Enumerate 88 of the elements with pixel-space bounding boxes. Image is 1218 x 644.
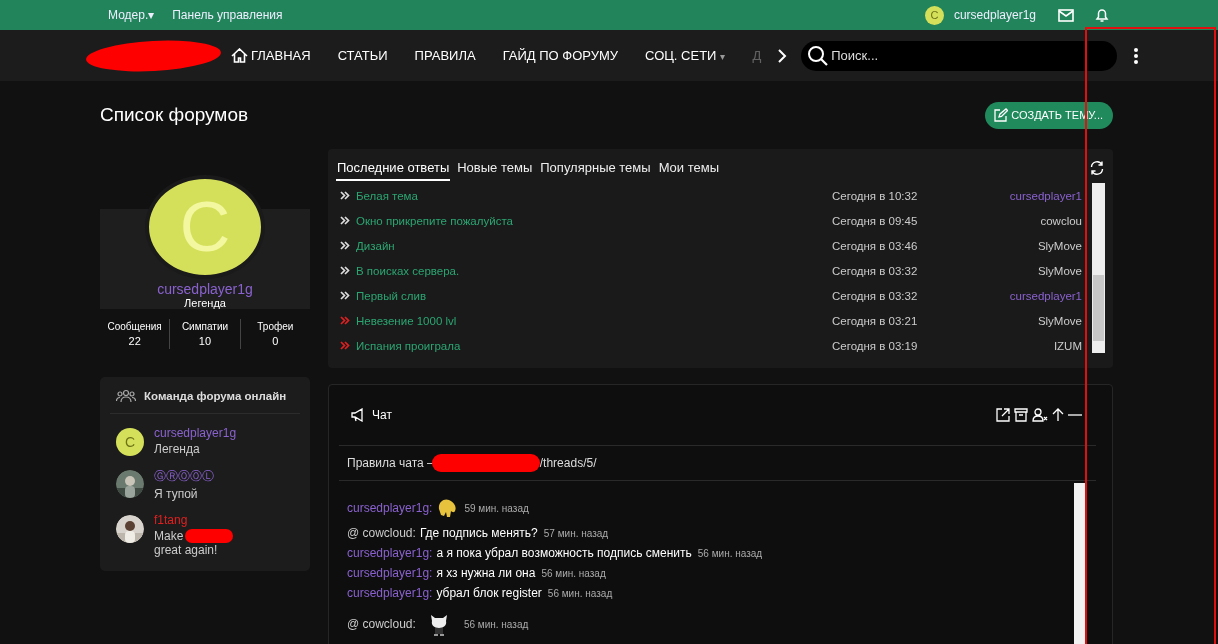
message-text: Где подпись менять?: [419, 526, 538, 540]
topic-time: Сегодня в 09:45: [832, 214, 919, 227]
message-text: убрал блок register: [436, 586, 542, 600]
topic-link[interactable]: Невезение 1000 lvl: [356, 314, 832, 327]
nav-link[interactable]: ГЛАВНАЯ: [251, 48, 311, 63]
nav-link[interactable]: СОЦ. СЕТИ ▾: [645, 48, 726, 63]
arrow-up-icon[interactable]: [1052, 408, 1064, 422]
sticker-icon: [436, 497, 459, 519]
nav-link[interactable]: ПРАВИЛА: [414, 48, 476, 63]
minimize-icon[interactable]: [1068, 413, 1082, 417]
member-status: great again!: [154, 543, 218, 557]
message-text: а я пока убрал возможность подпись сменить: [436, 546, 692, 560]
topic-time: Сегодня в 03:32: [832, 264, 919, 277]
tab[interactable]: Мои темы: [657, 155, 721, 181]
member-status: Я тупой: [154, 487, 198, 501]
stat-value: 10: [198, 335, 212, 347]
message-author[interactable]: cursedplayer1g:: [347, 501, 433, 515]
message-time: 56 мин. назад: [547, 587, 613, 599]
topic-time: Сегодня в 03:19: [832, 339, 919, 352]
topic-time: Сегодня в 03:46: [832, 239, 919, 252]
chat-rules-link[interactable]: /threads/5/: [539, 456, 597, 470]
panel-title: Команда форума онлайн: [144, 390, 287, 402]
message-author[interactable]: cursedplayer1g:: [347, 546, 433, 560]
stat-value: 22: [128, 335, 141, 347]
chat-title: Чат: [372, 408, 392, 422]
topic-time: Сегодня в 03:32: [832, 289, 919, 302]
user-link[interactable]: cursedplayer1g: [953, 8, 1036, 22]
topic-author[interactable]: cowclou: [992, 214, 1090, 227]
username[interactable]: cursedplayer1g: [157, 281, 253, 297]
scrollbar[interactable]: [1092, 183, 1105, 353]
user-rank: Легенда: [184, 297, 226, 309]
top-link[interactable]: Модер.▾: [108, 8, 155, 22]
edit-icon: [993, 107, 1009, 123]
home-icon[interactable]: [231, 48, 248, 63]
external-link-icon[interactable]: [996, 408, 1010, 422]
member-status: Make: [154, 529, 184, 543]
page-title: Список форумов: [100, 104, 249, 126]
stat-label: Трофеи: [257, 321, 294, 332]
member-name[interactable]: f1tang: [154, 513, 274, 527]
nav-link[interactable]: СТАТЬИ: [337, 48, 388, 63]
avatar-icon: C: [924, 5, 944, 25]
tab[interactable]: Популярные темы: [539, 155, 652, 181]
topic-time: Сегодня в 03:21: [832, 314, 919, 327]
tab[interactable]: Новые темы: [456, 155, 534, 181]
topic-link[interactable]: Белая тема: [356, 189, 832, 202]
topic-link[interactable]: Испания проиграла: [356, 339, 832, 352]
scrollbar[interactable]: [1074, 483, 1086, 644]
archive-icon[interactable]: [1014, 408, 1028, 422]
message-time: 57 мин. назад: [543, 527, 609, 539]
message-time: 56 мин. назад: [463, 618, 529, 630]
topic-author[interactable]: cursedplayer1: [992, 189, 1090, 202]
message-time: 56 мин. назад: [541, 567, 606, 579]
refresh-icon[interactable]: [1089, 160, 1105, 176]
message-author[interactable]: @ cowcloud:: [347, 617, 416, 631]
stat-label: Симпатии: [181, 321, 229, 332]
topic-author[interactable]: cursedplayer1: [992, 289, 1090, 302]
nav-link[interactable]: ГАЙД ПО ФОРУМУ: [502, 48, 619, 63]
redaction-mark: [185, 529, 234, 543]
tab[interactable]: Последние ответы: [336, 155, 451, 181]
message-text: я хз нужна ли она: [436, 566, 536, 580]
message-time: 56 мин. назад: [697, 547, 763, 559]
stat-label: Сообщения: [107, 321, 162, 332]
topic-link[interactable]: Окно прикрепите пожалуйста: [356, 214, 832, 227]
member-avatar[interactable]: C: [116, 428, 144, 456]
member-name[interactable]: cursedplayer1g: [154, 426, 274, 440]
topic-author[interactable]: SlyMove: [992, 264, 1090, 277]
topic-link[interactable]: В поисках сервера.: [356, 264, 832, 277]
message-time: 59 мин. назад: [464, 502, 529, 514]
topic-author[interactable]: SlyMove: [992, 239, 1090, 252]
chevron-right-icon[interactable]: [777, 47, 788, 64]
mail-icon[interactable]: [1058, 8, 1074, 22]
topic-link[interactable]: Первый слив: [356, 289, 832, 302]
member-name[interactable]: ⒼⓇⓄⓄⓁ: [154, 468, 274, 485]
user-remove-icon[interactable]: [1032, 408, 1048, 422]
search-field[interactable]: Поиск...: [801, 40, 1118, 71]
more-icon[interactable]: [1133, 46, 1140, 65]
users-icon: [116, 389, 136, 403]
stat-value: 0: [272, 335, 279, 347]
top-link[interactable]: Панель управления: [172, 8, 283, 22]
topic-author[interactable]: SlyMove: [992, 314, 1090, 327]
message-author[interactable]: @ cowcloud:: [347, 526, 416, 540]
member-status: Легенда: [154, 442, 200, 456]
topic-link[interactable]: Дизайн: [356, 239, 832, 252]
message-author[interactable]: cursedplayer1g:: [347, 586, 433, 600]
topic-author[interactable]: IZUM: [992, 339, 1090, 352]
topic-time: Сегодня в 10:32: [832, 189, 919, 202]
notification-icon[interactable]: [1094, 7, 1110, 23]
message-author[interactable]: cursedplayer1g:: [347, 566, 433, 580]
